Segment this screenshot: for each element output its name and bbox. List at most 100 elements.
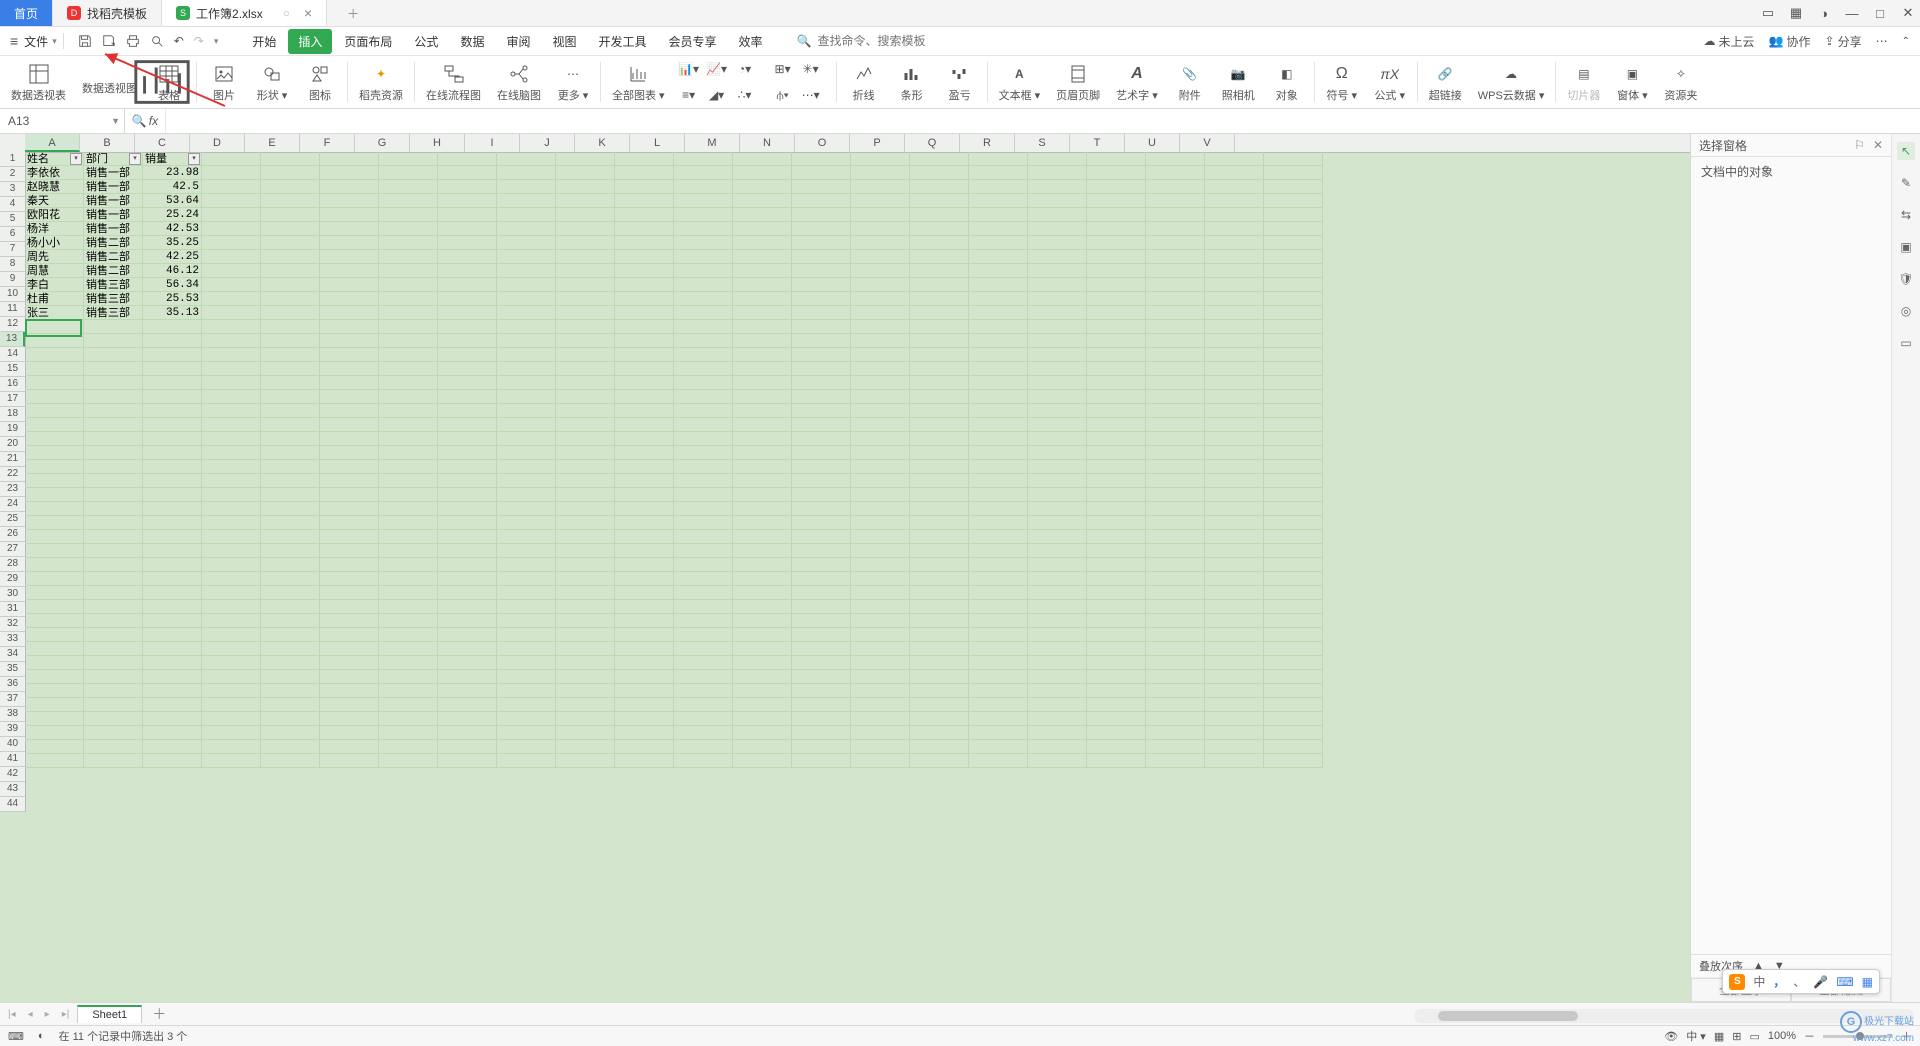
cell-K2[interactable] [615,166,674,180]
cell-N3[interactable] [792,180,851,194]
cell-D19[interactable] [202,404,261,418]
col-S[interactable]: S [1015,134,1070,152]
tab-templates[interactable]: D 找稻壳模板 [53,0,162,26]
cell-N32[interactable] [792,586,851,600]
cell-S39[interactable] [1087,684,1146,698]
cell-A17[interactable] [25,376,84,390]
cell-O44[interactable] [851,754,910,768]
cell-G40[interactable] [379,698,438,712]
cell-J8[interactable] [556,250,615,264]
cell-M3[interactable] [733,180,792,194]
cell-U33[interactable] [1205,600,1264,614]
cell-O30[interactable] [851,558,910,572]
cell-S43[interactable] [1087,740,1146,754]
cell-A29[interactable] [25,544,84,558]
cell-L34[interactable] [674,614,733,628]
sheet-nav-prev[interactable]: ◂ [24,1009,37,1020]
cell-C23[interactable] [143,460,202,474]
cell-G24[interactable] [379,474,438,488]
tab-workbook[interactable]: S 工作簿2.xlsx ○ × [162,0,327,26]
cell-V40[interactable] [1264,698,1323,712]
col-L[interactable]: L [630,134,685,152]
ribbon-equation[interactable]: πX公式 ▾ [1367,61,1413,103]
cell-O4[interactable] [851,194,910,208]
cell-M20[interactable] [733,418,792,432]
row-17[interactable]: 17 [0,392,25,407]
cell-Q19[interactable] [969,404,1028,418]
cell-U34[interactable] [1205,614,1264,628]
cell-J7[interactable] [556,236,615,250]
cell-C22[interactable] [143,446,202,460]
cell-A38[interactable] [25,670,84,684]
cell-J14[interactable] [556,334,615,348]
tab-home[interactable]: 首页 [0,0,53,26]
cell-H31[interactable] [438,572,497,586]
cell-H13[interactable] [438,320,497,334]
cell-H1[interactable] [438,152,497,166]
cell-H35[interactable] [438,628,497,642]
cell-T13[interactable] [1146,320,1205,334]
ribbon-camera[interactable]: 📷照相机 [1215,61,1262,103]
cell-P22[interactable] [910,446,969,460]
cell-J34[interactable] [556,614,615,628]
skin-icon[interactable]: ◑ [1816,6,1832,21]
cell-Q41[interactable] [969,712,1028,726]
cell-T19[interactable] [1146,404,1205,418]
cell-S9[interactable] [1087,264,1146,278]
cell-L19[interactable] [674,404,733,418]
cell-I34[interactable] [497,614,556,628]
fx-button[interactable]: 🔍fx [125,109,166,133]
col-H[interactable]: H [410,134,465,152]
cell-G11[interactable] [379,292,438,306]
cell-M15[interactable] [733,348,792,362]
cell-I26[interactable] [497,502,556,516]
cell-M18[interactable] [733,390,792,404]
cell-J42[interactable] [556,726,615,740]
cell-N27[interactable] [792,516,851,530]
cell-A11[interactable]: 杜甫 [25,292,84,306]
cell-F40[interactable] [320,698,379,712]
cell-D18[interactable] [202,390,261,404]
cell-K12[interactable] [615,306,674,320]
cell-P38[interactable] [910,670,969,684]
cell-V12[interactable] [1264,306,1323,320]
select-tool-icon[interactable]: ↖ [1897,142,1915,160]
cell-S34[interactable] [1087,614,1146,628]
cell-N7[interactable] [792,236,851,250]
cell-Q18[interactable] [969,390,1028,404]
cell-S35[interactable] [1087,628,1146,642]
cell-F38[interactable] [320,670,379,684]
cell-G34[interactable] [379,614,438,628]
col-K[interactable]: K [575,134,630,152]
cell-L20[interactable] [674,418,733,432]
chart-line-icon[interactable]: 📈▾ [706,60,728,78]
cell-K21[interactable] [615,432,674,446]
cell-F41[interactable] [320,712,379,726]
cell-T26[interactable] [1146,502,1205,516]
share-button[interactable]: ⇪ 分享 [1825,33,1862,50]
cell-H29[interactable] [438,544,497,558]
cell-M34[interactable] [733,614,792,628]
cell-P35[interactable] [910,628,969,642]
cell-V21[interactable] [1264,432,1323,446]
cell-T23[interactable] [1146,460,1205,474]
cell-M44[interactable] [733,754,792,768]
cell-P34[interactable] [910,614,969,628]
cell-B8[interactable]: 销售二部 [84,250,143,264]
hamburger-icon[interactable]: ≡ [10,33,18,49]
cell-H26[interactable] [438,502,497,516]
cell-O29[interactable] [851,544,910,558]
cell-T20[interactable] [1146,418,1205,432]
cell-H27[interactable] [438,516,497,530]
cell-P16[interactable] [910,362,969,376]
cell-L5[interactable] [674,208,733,222]
cell-A21[interactable] [25,432,84,446]
cell-N28[interactable] [792,530,851,544]
cell-C11[interactable]: 25.53 [143,292,202,306]
cell-I35[interactable] [497,628,556,642]
cell-D14[interactable] [202,334,261,348]
cell-O15[interactable] [851,348,910,362]
cell-O9[interactable] [851,264,910,278]
cell-O13[interactable] [851,320,910,334]
cell-D7[interactable] [202,236,261,250]
